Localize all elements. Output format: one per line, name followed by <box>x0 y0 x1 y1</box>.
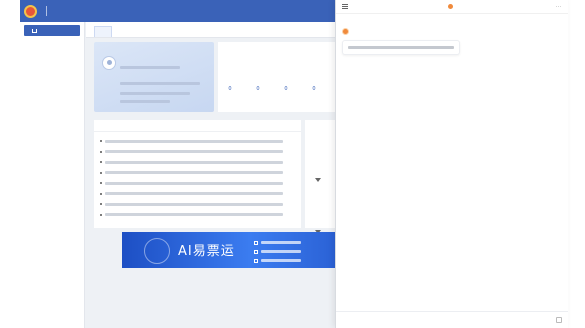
tab-bar <box>86 22 335 38</box>
bullet-icon <box>100 150 102 153</box>
profile-detail-line <box>120 100 170 103</box>
stat-label <box>246 100 270 104</box>
info-panel: 0 0 0 0 <box>218 42 335 112</box>
sidebar-item-6[interactable] <box>20 94 84 105</box>
chat-title <box>448 4 455 9</box>
stat-label <box>302 100 326 104</box>
assistant-chat-panel: ··· <box>335 0 568 328</box>
stat-label <box>274 100 298 104</box>
sidebar-item-7[interactable] <box>20 105 84 116</box>
menu-icon[interactable] <box>342 4 348 9</box>
banner-feature-list <box>254 238 301 265</box>
side-widget <box>305 120 335 234</box>
profile-detail-line <box>120 92 190 95</box>
list-item[interactable] <box>100 147 295 158</box>
notice-text <box>105 139 283 143</box>
notice-list <box>94 132 301 224</box>
bullet-icon <box>100 182 102 185</box>
profile-card <box>94 42 214 112</box>
stat-item[interactable]: 0 <box>218 86 242 104</box>
notice-text <box>105 192 283 196</box>
avatar <box>102 56 116 70</box>
stat-item[interactable]: 0 <box>302 86 326 104</box>
list-item[interactable] <box>100 168 295 179</box>
tab-workbench[interactable] <box>94 26 112 37</box>
chevron-down-icon[interactable] <box>315 178 321 182</box>
check-icon <box>254 249 258 254</box>
list-item[interactable] <box>100 157 295 168</box>
home-icon <box>32 28 37 33</box>
notice-text <box>105 213 283 217</box>
sidebar-item-5[interactable] <box>20 83 84 94</box>
banner-feature <box>254 256 301 265</box>
list-item[interactable] <box>100 136 295 147</box>
portal-app: 0 0 0 0 AI易票运 <box>20 0 335 328</box>
bullet-icon <box>100 192 102 195</box>
promo-banner[interactable]: AI易票运 <box>122 232 335 268</box>
stat-item[interactable]: 0 <box>274 86 298 104</box>
chat-header: ··· <box>336 0 568 14</box>
logo-icon <box>24 4 37 18</box>
notice-header <box>94 120 301 132</box>
stat-label <box>218 100 242 104</box>
assistant-message-text <box>348 46 454 49</box>
profile-detail-line <box>120 82 200 85</box>
sidebar-item-2[interactable] <box>20 50 84 61</box>
chat-input-bar[interactable] <box>336 311 568 328</box>
list-item[interactable] <box>100 210 295 221</box>
bullet-icon <box>100 171 102 174</box>
banner-feature-text <box>261 250 301 253</box>
bullet-icon <box>100 213 102 216</box>
banner-feature <box>254 247 301 256</box>
sidebar <box>20 22 85 328</box>
check-icon <box>254 258 258 263</box>
bullet-icon <box>100 161 102 164</box>
stat-value: 0 <box>256 86 260 92</box>
assistant-message-bubble <box>342 40 460 55</box>
bullet-icon <box>100 203 102 206</box>
banner-feature <box>254 238 301 247</box>
stat-value: 0 <box>284 86 288 92</box>
bullet-icon <box>100 140 102 143</box>
notice-text <box>105 171 283 175</box>
list-item[interactable] <box>100 178 295 189</box>
send-icon[interactable] <box>556 317 562 323</box>
profile-detail-line <box>120 66 180 69</box>
footer <box>86 304 335 316</box>
list-item[interactable] <box>100 199 295 210</box>
top-header <box>20 0 335 22</box>
stat-item[interactable]: 0 <box>246 86 270 104</box>
main-content: 0 0 0 0 AI易票运 <box>86 22 335 328</box>
sidebar-item-1[interactable] <box>20 39 84 50</box>
notice-text <box>105 202 283 206</box>
sidebar-item-4[interactable] <box>20 72 84 83</box>
check-icon <box>254 240 258 245</box>
notice-text <box>105 160 283 164</box>
banner-graphic <box>144 238 170 264</box>
notice-panel <box>94 120 301 228</box>
stat-value: 0 <box>228 86 232 92</box>
notice-text <box>105 181 283 185</box>
banner-feature-text <box>261 241 301 244</box>
banner-feature-text <box>261 259 301 262</box>
list-item[interactable] <box>100 189 295 200</box>
sidebar-item-home[interactable] <box>24 25 80 36</box>
more-icon[interactable]: ··· <box>556 4 562 10</box>
sidebar-item-3[interactable] <box>20 61 84 72</box>
brand-divider <box>46 6 47 16</box>
assistant-icon <box>448 4 454 9</box>
banner-title: AI易票运 <box>178 244 235 259</box>
notice-text <box>105 150 283 154</box>
stat-value: 0 <box>312 86 316 92</box>
assistant-avatar <box>342 28 349 35</box>
